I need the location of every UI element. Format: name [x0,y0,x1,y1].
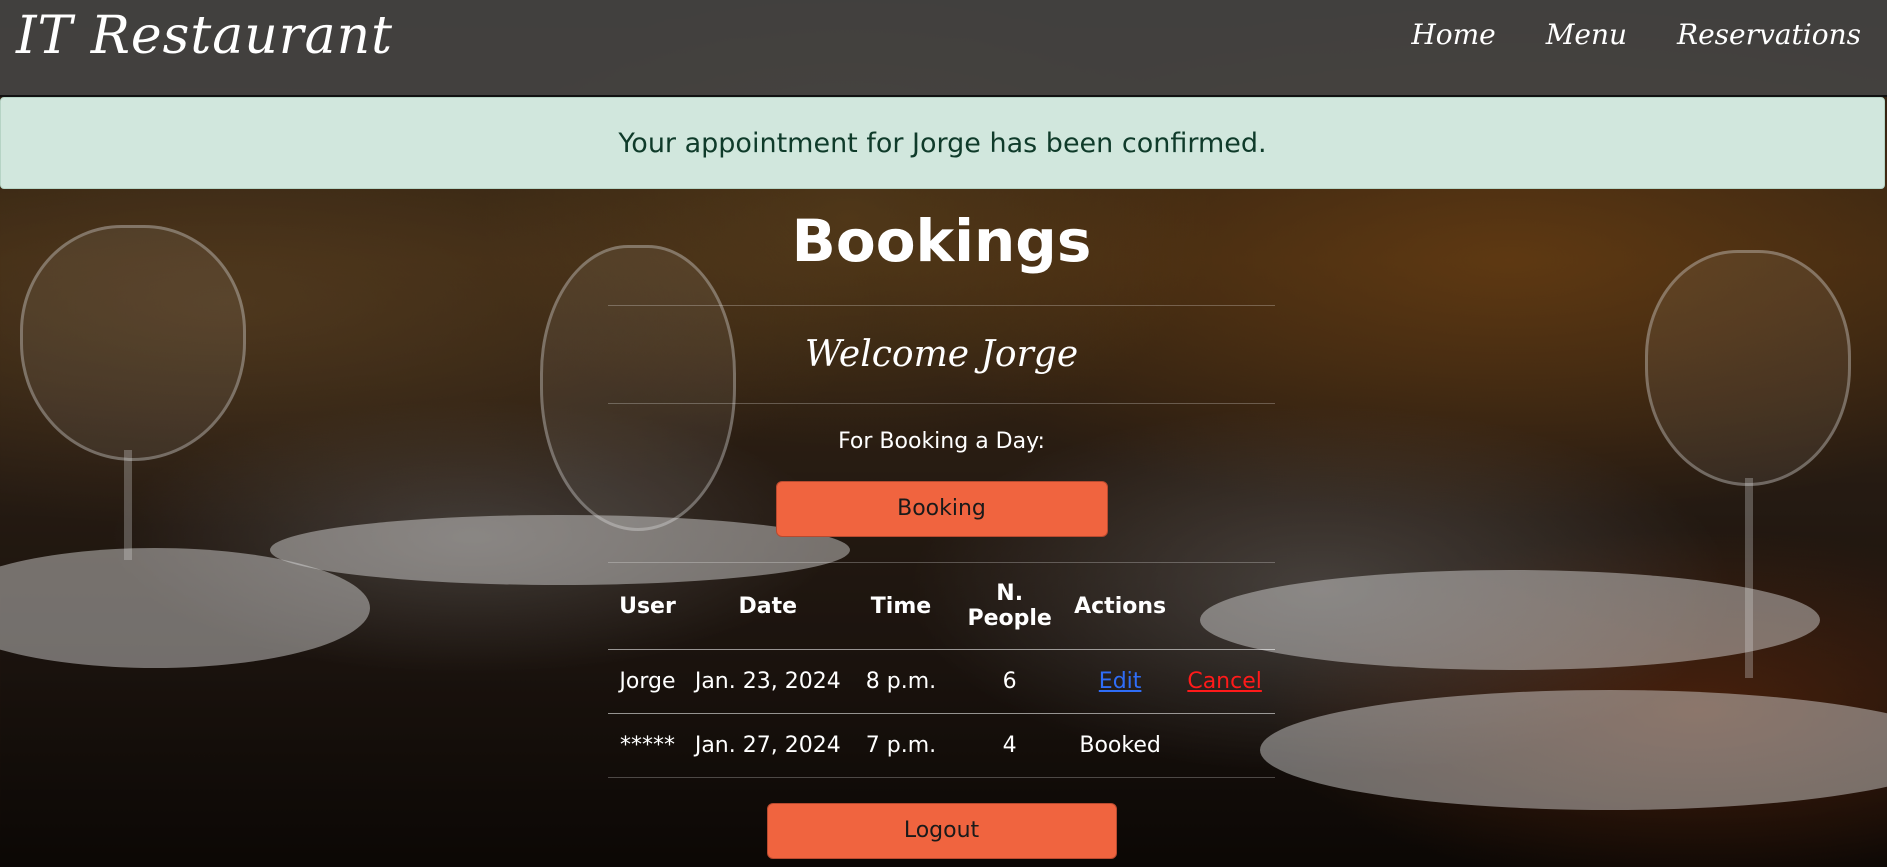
cancel-link[interactable]: Cancel [1187,669,1262,694]
cell-time: 8 p.m. [848,649,954,714]
column-header-empty [1174,563,1275,650]
column-header-date: Date [738,593,798,619]
cell-status: Booked [1065,713,1175,777]
nav-reservations[interactable]: Reservations [1677,18,1861,51]
cell-empty [1174,713,1275,777]
top-navbar: IT Restaurant Home Menu Reservations [0,0,1887,97]
column-header-people: N. People [967,581,1052,631]
booking-button[interactable]: Booking [775,481,1108,537]
cell-user: Jorge [608,649,687,714]
welcome-heading: Welcome Jorge [804,334,1079,375]
booking-prompt: For Booking a Day: [838,429,1045,454]
cell-edit: Edit [1065,649,1175,714]
cell-people: 6 [953,649,1066,714]
cell-date: Jan. 23, 2024 [686,649,849,714]
cell-date: Jan. 27, 2024 [686,713,849,777]
cell-people: 4 [953,713,1066,777]
table-row: ***** Jan. 27, 2024 7 p.m. 4 Booked [608,713,1275,777]
page-title: Bookings [791,207,1092,275]
water-glass-right-decoration [1645,250,1851,486]
table-header-row: User Date Time N. People Actions [608,563,1275,650]
nav-home[interactable]: Home [1411,18,1495,51]
plate-right-decoration [1200,570,1820,670]
divider [608,403,1275,404]
alert-message: Your appointment for Jorge has been conf… [618,127,1267,159]
table-row: Jorge Jan. 23, 2024 8 p.m. 6 Edit Cancel [608,649,1275,714]
logout-button[interactable]: Logout [766,803,1117,859]
divider [608,777,1275,778]
cell-cancel: Cancel [1174,649,1275,714]
bookings-panel: Bookings Welcome Jorge For Booking a Day… [608,205,1275,859]
confirmation-alert: Your appointment for Jorge has been conf… [0,97,1885,189]
column-header-user: User [619,593,676,619]
brand-logo[interactable]: IT Restaurant [16,6,393,66]
column-header-actions: Actions [1074,593,1167,619]
nav-menu[interactable]: Menu [1546,18,1627,51]
nav-links: Home Menu Reservations [1411,18,1861,51]
cell-time: 7 p.m. [848,713,954,777]
wine-glass-decoration [20,225,246,461]
edit-link[interactable]: Edit [1099,669,1142,694]
wine-glass-stem-decoration [124,450,132,560]
cell-user: ***** [608,713,687,777]
bookings-table: User Date Time N. People Actions Jorge J… [608,563,1275,777]
column-header-time: Time [870,593,932,619]
